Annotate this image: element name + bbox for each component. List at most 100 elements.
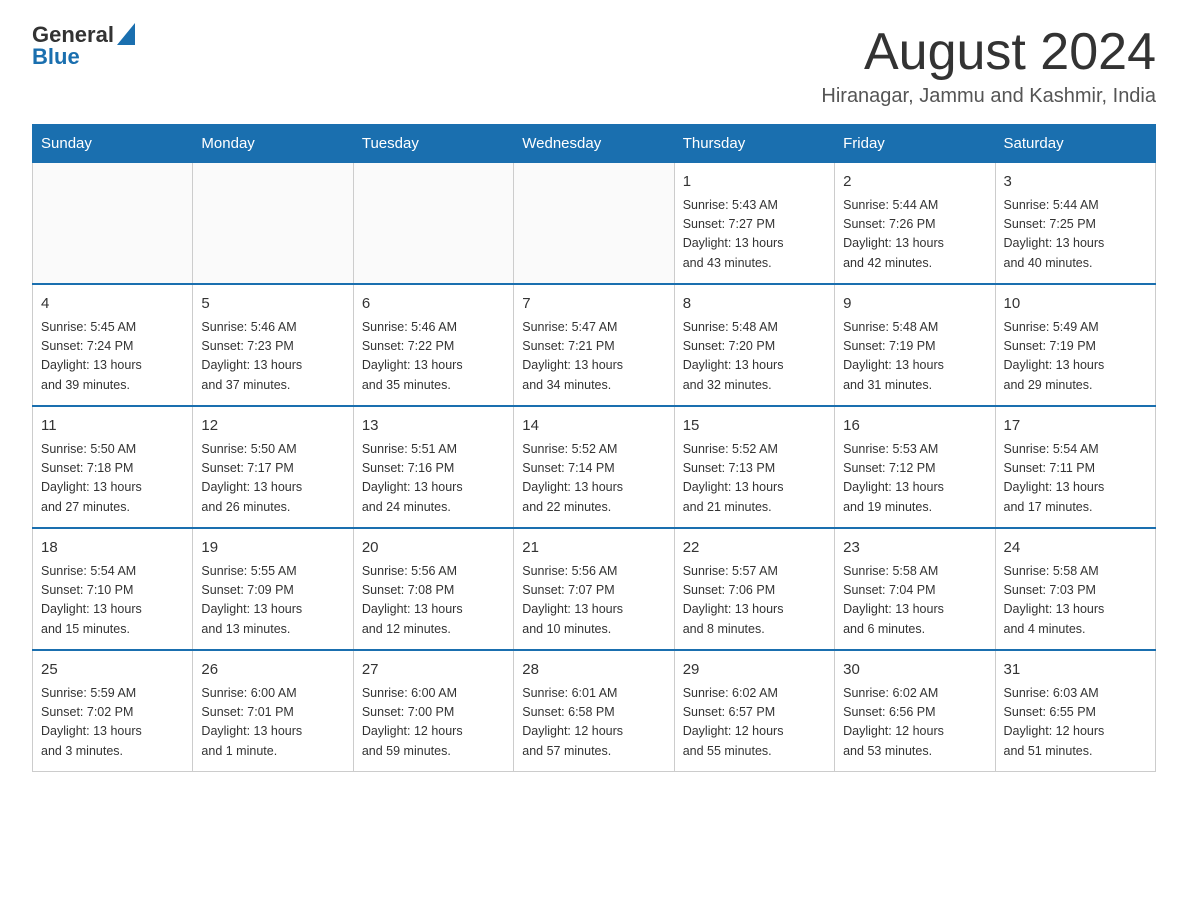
day-number: 25 bbox=[41, 659, 184, 682]
day-number: 9 bbox=[843, 293, 986, 316]
calendar-cell: 23Sunrise: 5:58 AMSunset: 7:04 PMDayligh… bbox=[835, 528, 995, 650]
calendar-cell: 29Sunrise: 6:02 AMSunset: 6:57 PMDayligh… bbox=[674, 650, 834, 772]
calendar-cell: 14Sunrise: 5:52 AMSunset: 7:14 PMDayligh… bbox=[514, 406, 674, 528]
day-number: 26 bbox=[201, 659, 344, 682]
calendar-cell bbox=[33, 163, 193, 285]
calendar-cell: 30Sunrise: 6:02 AMSunset: 6:56 PMDayligh… bbox=[835, 650, 995, 772]
calendar-cell: 5Sunrise: 5:46 AMSunset: 7:23 PMDaylight… bbox=[193, 284, 353, 406]
day-info: Sunrise: 5:49 AMSunset: 7:19 PMDaylight:… bbox=[1004, 318, 1147, 396]
day-number: 13 bbox=[362, 415, 505, 438]
day-info: Sunrise: 5:44 AMSunset: 7:26 PMDaylight:… bbox=[843, 196, 986, 274]
calendar-cell: 1Sunrise: 5:43 AMSunset: 7:27 PMDaylight… bbox=[674, 163, 834, 285]
header: General Blue August 2024 Hiranagar, Jamm… bbox=[32, 24, 1156, 108]
day-number: 31 bbox=[1004, 659, 1147, 682]
calendar-week-row: 4Sunrise: 5:45 AMSunset: 7:24 PMDaylight… bbox=[33, 284, 1156, 406]
calendar-cell: 7Sunrise: 5:47 AMSunset: 7:21 PMDaylight… bbox=[514, 284, 674, 406]
weekday-header-friday: Friday bbox=[835, 125, 995, 163]
day-number: 29 bbox=[683, 659, 826, 682]
logo-blue-text: Blue bbox=[32, 44, 80, 69]
day-number: 17 bbox=[1004, 415, 1147, 438]
day-info: Sunrise: 6:01 AMSunset: 6:58 PMDaylight:… bbox=[522, 684, 665, 762]
calendar-cell bbox=[193, 163, 353, 285]
title-area: August 2024 Hiranagar, Jammu and Kashmir… bbox=[821, 24, 1156, 108]
location-subtitle: Hiranagar, Jammu and Kashmir, India bbox=[821, 85, 1156, 108]
day-number: 27 bbox=[362, 659, 505, 682]
logo-triangle-icon bbox=[117, 23, 135, 45]
calendar-week-row: 25Sunrise: 5:59 AMSunset: 7:02 PMDayligh… bbox=[33, 650, 1156, 772]
day-number: 8 bbox=[683, 293, 826, 316]
calendar-cell: 25Sunrise: 5:59 AMSunset: 7:02 PMDayligh… bbox=[33, 650, 193, 772]
day-info: Sunrise: 5:44 AMSunset: 7:25 PMDaylight:… bbox=[1004, 196, 1147, 274]
day-number: 5 bbox=[201, 293, 344, 316]
day-info: Sunrise: 5:56 AMSunset: 7:08 PMDaylight:… bbox=[362, 562, 505, 640]
day-number: 1 bbox=[683, 171, 826, 194]
day-info: Sunrise: 5:53 AMSunset: 7:12 PMDaylight:… bbox=[843, 440, 986, 518]
day-number: 16 bbox=[843, 415, 986, 438]
day-info: Sunrise: 5:51 AMSunset: 7:16 PMDaylight:… bbox=[362, 440, 505, 518]
day-number: 19 bbox=[201, 537, 344, 560]
day-number: 3 bbox=[1004, 171, 1147, 194]
day-number: 22 bbox=[683, 537, 826, 560]
day-info: Sunrise: 6:02 AMSunset: 6:57 PMDaylight:… bbox=[683, 684, 826, 762]
weekday-header-thursday: Thursday bbox=[674, 125, 834, 163]
day-info: Sunrise: 5:57 AMSunset: 7:06 PMDaylight:… bbox=[683, 562, 826, 640]
calendar-cell: 8Sunrise: 5:48 AMSunset: 7:20 PMDaylight… bbox=[674, 284, 834, 406]
day-number: 28 bbox=[522, 659, 665, 682]
calendar-cell: 19Sunrise: 5:55 AMSunset: 7:09 PMDayligh… bbox=[193, 528, 353, 650]
calendar-cell: 12Sunrise: 5:50 AMSunset: 7:17 PMDayligh… bbox=[193, 406, 353, 528]
calendar-cell: 27Sunrise: 6:00 AMSunset: 7:00 PMDayligh… bbox=[353, 650, 513, 772]
calendar-table: SundayMondayTuesdayWednesdayThursdayFrid… bbox=[32, 124, 1156, 772]
weekday-header-monday: Monday bbox=[193, 125, 353, 163]
day-number: 10 bbox=[1004, 293, 1147, 316]
logo: General Blue bbox=[32, 24, 135, 68]
calendar-cell: 20Sunrise: 5:56 AMSunset: 7:08 PMDayligh… bbox=[353, 528, 513, 650]
day-info: Sunrise: 6:02 AMSunset: 6:56 PMDaylight:… bbox=[843, 684, 986, 762]
day-number: 11 bbox=[41, 415, 184, 438]
weekday-header-wednesday: Wednesday bbox=[514, 125, 674, 163]
calendar-week-row: 11Sunrise: 5:50 AMSunset: 7:18 PMDayligh… bbox=[33, 406, 1156, 528]
calendar-cell: 17Sunrise: 5:54 AMSunset: 7:11 PMDayligh… bbox=[995, 406, 1155, 528]
day-info: Sunrise: 5:48 AMSunset: 7:20 PMDaylight:… bbox=[683, 318, 826, 396]
day-info: Sunrise: 5:54 AMSunset: 7:10 PMDaylight:… bbox=[41, 562, 184, 640]
calendar-week-row: 18Sunrise: 5:54 AMSunset: 7:10 PMDayligh… bbox=[33, 528, 1156, 650]
calendar-cell: 24Sunrise: 5:58 AMSunset: 7:03 PMDayligh… bbox=[995, 528, 1155, 650]
day-info: Sunrise: 5:52 AMSunset: 7:14 PMDaylight:… bbox=[522, 440, 665, 518]
calendar-cell: 11Sunrise: 5:50 AMSunset: 7:18 PMDayligh… bbox=[33, 406, 193, 528]
calendar-cell bbox=[514, 163, 674, 285]
day-info: Sunrise: 6:00 AMSunset: 7:00 PMDaylight:… bbox=[362, 684, 505, 762]
day-number: 23 bbox=[843, 537, 986, 560]
weekday-header-saturday: Saturday bbox=[995, 125, 1155, 163]
calendar-cell bbox=[353, 163, 513, 285]
day-number: 14 bbox=[522, 415, 665, 438]
day-number: 6 bbox=[362, 293, 505, 316]
day-number: 12 bbox=[201, 415, 344, 438]
calendar-cell: 26Sunrise: 6:00 AMSunset: 7:01 PMDayligh… bbox=[193, 650, 353, 772]
day-info: Sunrise: 5:58 AMSunset: 7:04 PMDaylight:… bbox=[843, 562, 986, 640]
calendar-cell: 28Sunrise: 6:01 AMSunset: 6:58 PMDayligh… bbox=[514, 650, 674, 772]
day-info: Sunrise: 5:50 AMSunset: 7:17 PMDaylight:… bbox=[201, 440, 344, 518]
day-info: Sunrise: 5:46 AMSunset: 7:22 PMDaylight:… bbox=[362, 318, 505, 396]
day-number: 18 bbox=[41, 537, 184, 560]
calendar-cell: 10Sunrise: 5:49 AMSunset: 7:19 PMDayligh… bbox=[995, 284, 1155, 406]
day-number: 20 bbox=[362, 537, 505, 560]
calendar-cell: 21Sunrise: 5:56 AMSunset: 7:07 PMDayligh… bbox=[514, 528, 674, 650]
calendar-cell: 6Sunrise: 5:46 AMSunset: 7:22 PMDaylight… bbox=[353, 284, 513, 406]
day-info: Sunrise: 6:00 AMSunset: 7:01 PMDaylight:… bbox=[201, 684, 344, 762]
calendar-cell: 9Sunrise: 5:48 AMSunset: 7:19 PMDaylight… bbox=[835, 284, 995, 406]
day-info: Sunrise: 5:55 AMSunset: 7:09 PMDaylight:… bbox=[201, 562, 344, 640]
day-info: Sunrise: 5:47 AMSunset: 7:21 PMDaylight:… bbox=[522, 318, 665, 396]
day-number: 7 bbox=[522, 293, 665, 316]
day-info: Sunrise: 6:03 AMSunset: 6:55 PMDaylight:… bbox=[1004, 684, 1147, 762]
day-info: Sunrise: 5:45 AMSunset: 7:24 PMDaylight:… bbox=[41, 318, 184, 396]
day-number: 15 bbox=[683, 415, 826, 438]
month-title: August 2024 bbox=[821, 24, 1156, 81]
day-number: 4 bbox=[41, 293, 184, 316]
calendar-cell: 2Sunrise: 5:44 AMSunset: 7:26 PMDaylight… bbox=[835, 163, 995, 285]
day-info: Sunrise: 5:50 AMSunset: 7:18 PMDaylight:… bbox=[41, 440, 184, 518]
day-info: Sunrise: 5:43 AMSunset: 7:27 PMDaylight:… bbox=[683, 196, 826, 274]
day-info: Sunrise: 5:52 AMSunset: 7:13 PMDaylight:… bbox=[683, 440, 826, 518]
calendar-cell: 16Sunrise: 5:53 AMSunset: 7:12 PMDayligh… bbox=[835, 406, 995, 528]
calendar-cell: 18Sunrise: 5:54 AMSunset: 7:10 PMDayligh… bbox=[33, 528, 193, 650]
calendar-cell: 4Sunrise: 5:45 AMSunset: 7:24 PMDaylight… bbox=[33, 284, 193, 406]
day-number: 24 bbox=[1004, 537, 1147, 560]
